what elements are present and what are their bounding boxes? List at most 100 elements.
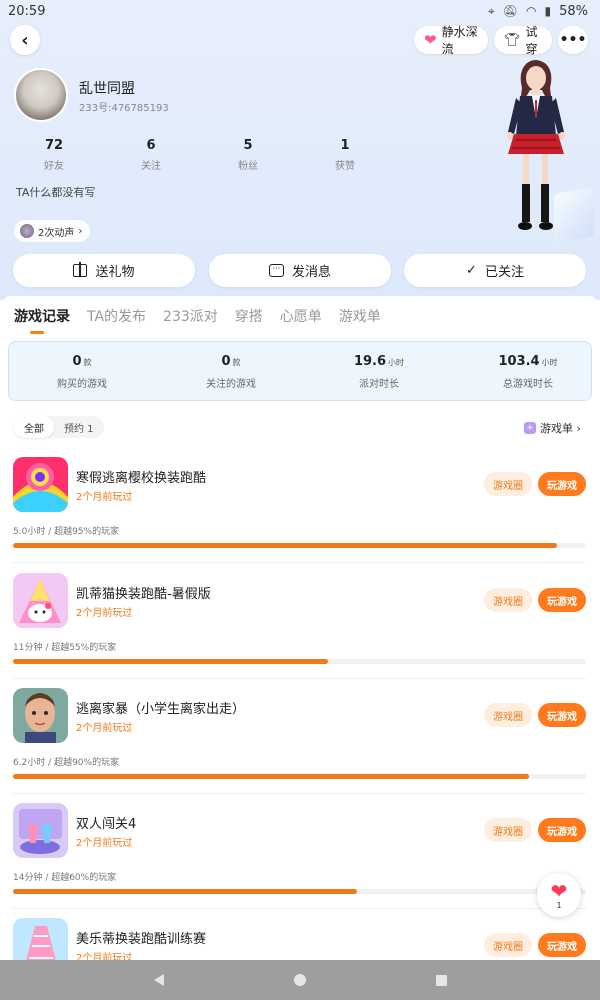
summary-unit: 小时 [388, 358, 405, 367]
profile-stats: 72 好友 6 关注 5 粉丝 1 获赞 [0, 138, 400, 174]
status-battery: 58% [559, 3, 588, 19]
stat-likes[interactable]: 1 获赞 [305, 138, 385, 172]
stat-value: 6 [146, 138, 156, 153]
send-message-button[interactable]: ··· 发消息 [209, 254, 391, 287]
avatar[interactable] [14, 68, 68, 122]
like-count: 1 [556, 900, 562, 910]
filter-reserve[interactable]: 预约 1 [54, 416, 104, 438]
record-filter: 全部 预约 1 [14, 416, 104, 438]
send-gift-label: 送礼物 [95, 265, 135, 280]
chevron-left-icon: ‹ [21, 29, 29, 51]
nav-home-icon[interactable] [293, 974, 306, 986]
status-time: 20:59 [8, 3, 46, 19]
filter-all[interactable]: 全部 [14, 416, 54, 438]
game-progress-fill [13, 774, 529, 779]
mood-label: 静水深流 [441, 25, 478, 56]
play-game-button[interactable]: 玩游戏 [538, 703, 586, 727]
stat-value: 72 [44, 138, 64, 153]
game-last-played: 2个月前玩过 [76, 838, 133, 849]
summary-label: 购买的游戏 [57, 379, 107, 390]
summary-party-time: 19.6 小时 派对时长 [309, 354, 449, 390]
tab-party[interactable]: 233派对 [163, 306, 218, 336]
summary-total-time: 103.4 小时 总游戏时长 [458, 354, 598, 390]
summary-label: 派对时长 [359, 379, 399, 390]
send-message-label: 发消息 [291, 265, 331, 280]
game-name: 双人闯关4 [76, 817, 137, 832]
summary-followed-games: 0款 关注的游戏 [161, 354, 301, 390]
followed-button[interactable]: ✓ 已关注 [404, 254, 586, 287]
gamelist-icon: + [524, 422, 536, 434]
game-play-stat: 14分钟 / 超越60%的玩家 [13, 873, 117, 883]
game-progress-fill [13, 659, 329, 664]
game-circle-button[interactable]: 游戏圈 [484, 933, 532, 957]
divider [13, 793, 586, 794]
game-circle-button[interactable]: 游戏圈 [484, 818, 532, 842]
game-circle-button[interactable]: 游戏圈 [484, 588, 532, 612]
bio-text: TA什么都没有写 [16, 186, 96, 199]
nav-recents-icon[interactable] [435, 974, 447, 986]
game-progress-track [13, 659, 586, 664]
mood-button[interactable]: ❤ 静水深流 [414, 25, 488, 56]
floating-like-button[interactable]: ❤ 1 [537, 873, 581, 917]
heart-icon: ❤ [424, 31, 437, 49]
send-gift-button[interactable]: 送礼物 [13, 254, 195, 287]
tab-posts[interactable]: TA的发布 [87, 306, 146, 336]
game-row[interactable]: 凯蒂猫换装跑酷-暑假版 2个月前玩过 游戏圈 玩游戏 11分钟 / 超越55%的… [0, 573, 600, 689]
play-game-button[interactable]: 玩游戏 [538, 588, 586, 612]
game-name: 寒假逃离樱校换装跑酷 [76, 471, 207, 486]
summary-unit: 小时 [541, 358, 558, 367]
game-circle-button[interactable]: 游戏圈 [484, 703, 532, 727]
more-button[interactable]: ••• [558, 26, 588, 54]
game-circle-button[interactable]: 游戏圈 [484, 472, 532, 496]
divider [13, 908, 586, 909]
dynamic-label: 2次动声 [38, 227, 75, 239]
check-icon: ✓ [466, 263, 477, 278]
nav-back-icon[interactable] [153, 974, 164, 986]
profile-tabs: 游戏记录 TA的发布 233派对 穿搭 心愿单 游戏单 [14, 306, 381, 336]
divider [13, 678, 586, 679]
game-row[interactable]: 美乐蒂换装跑酷训练赛 2个月前玩过 游戏圈 玩游戏 [0, 918, 600, 960]
play-game-button[interactable]: 玩游戏 [538, 472, 586, 496]
gamelist-label: 游戏单 › [540, 422, 581, 435]
try-on-button[interactable]: 👕︎ 试穿 [494, 25, 552, 56]
back-button[interactable]: ‹ [10, 25, 40, 55]
stat-value: 1 [340, 138, 350, 153]
stat-following[interactable]: 6 关注 [111, 138, 191, 172]
game-thumbnail [13, 918, 68, 960]
game-progress-track [13, 889, 586, 894]
summary-unit: 款 [232, 358, 241, 367]
game-row[interactable]: 双人闯关4 2个月前玩过 游戏圈 玩游戏 14分钟 / 超越60%的玩家 [0, 803, 600, 919]
username: 乱世同盟 [79, 81, 135, 97]
game-thumbnail [13, 573, 68, 628]
game-play-stat: 11分钟 / 超越55%的玩家 [13, 643, 117, 653]
message-icon: ··· [268, 264, 284, 277]
game-name: 逃离家暴（小学生离家出走） [76, 702, 246, 717]
avatar-character-image[interactable] [490, 58, 580, 233]
game-progress-fill [13, 889, 357, 894]
mute-icon: 🔕︎ [502, 4, 518, 18]
game-name: 美乐蒂换装跑酷训练赛 [76, 932, 207, 947]
stat-fans[interactable]: 5 粉丝 [208, 138, 288, 172]
play-game-button[interactable]: 玩游戏 [538, 933, 586, 957]
stat-friends[interactable]: 72 好友 [14, 138, 94, 172]
tab-outfits[interactable]: 穿搭 [235, 306, 263, 336]
dynamic-chip[interactable]: 2次动声 › [14, 220, 91, 242]
game-play-stat: 6.2小时 / 超越90%的玩家 [13, 758, 120, 768]
followed-label: 已关注 [484, 265, 524, 280]
stat-label: 关注 [141, 161, 161, 172]
stat-value: 5 [243, 138, 253, 153]
game-row[interactable]: 逃离家暴（小学生离家出走） 2个月前玩过 游戏圈 玩游戏 6.2小时 / 超越9… [0, 688, 600, 804]
status-bar: 20:59 ⌖ 🔕︎ ◠ ▮ 58% [0, 0, 600, 22]
play-game-button[interactable]: 玩游戏 [538, 818, 586, 842]
battery-icon: ▮ [544, 4, 552, 18]
game-last-played: 2个月前玩过 [76, 723, 133, 734]
active-tab-indicator [30, 331, 44, 334]
game-last-played: 2个月前玩过 [76, 492, 133, 503]
stat-label: 获赞 [335, 161, 355, 172]
game-row[interactable]: 寒假逃离樱校换装跑酷 2个月前玩过 游戏圈 玩游戏 5.0小时 / 超越95%的… [0, 457, 600, 573]
gift-icon [73, 262, 88, 277]
tab-wishlist[interactable]: 心愿单 [280, 306, 322, 336]
try-on-label: 试穿 [525, 25, 538, 56]
tab-gamelist[interactable]: 游戏单 [339, 306, 381, 336]
gamelist-link[interactable]: + 游戏单 › [524, 420, 581, 436]
